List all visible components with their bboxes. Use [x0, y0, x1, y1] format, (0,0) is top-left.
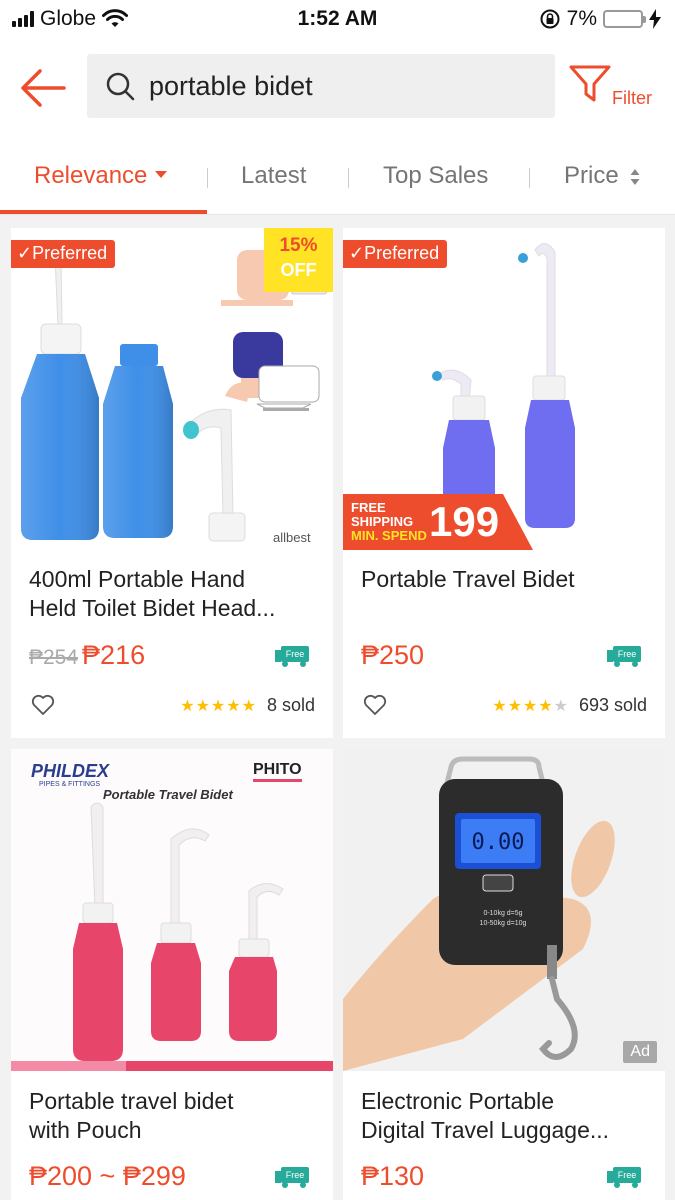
title-line: with Pouch	[29, 1117, 142, 1143]
scale-spec: 0-10kg d=5g	[483, 910, 522, 917]
product-card[interactable]: PHILDEX PIPES & FITTINGS PHITO Portable …	[11, 749, 333, 1200]
title-line: Digital Travel Luggage...	[361, 1117, 610, 1143]
discount-badge: 15% OFF	[264, 228, 333, 292]
free-shipping-icon: Free	[275, 646, 309, 667]
caret-down-icon	[155, 171, 168, 179]
rating-stars: ★★★★★	[492, 697, 569, 715]
title-line: Portable Travel Bidet	[361, 566, 575, 592]
tab-price[interactable]: Price	[564, 162, 641, 190]
divider	[207, 168, 208, 188]
discount-percent: 15%	[279, 235, 318, 256]
rating-row: ★★★★★ 693 sold	[492, 695, 647, 716]
status-right: 7%	[539, 7, 661, 31]
price: ₱200 ~ ₱299	[29, 1161, 186, 1191]
search-input[interactable]: portable bidet	[87, 54, 555, 118]
heart-icon[interactable]	[363, 694, 387, 716]
price-row: ₱250	[361, 640, 424, 671]
sort-toggle-icon	[630, 168, 640, 185]
product-title: Electronic Portable Digital Travel Lugga…	[361, 1087, 651, 1145]
free-shipping-icon: Free	[607, 646, 641, 667]
free-shipping-banner: FREE SHIPPING MIN. SPEND 199	[343, 494, 533, 550]
preferred-label: Preferred	[32, 243, 108, 263]
divider	[348, 168, 349, 188]
free-label: Free	[286, 1170, 305, 1180]
product-image: 15% OFF allbest ✓Preferred	[11, 228, 333, 550]
tab-label: Relevance	[34, 162, 148, 189]
search-header: portable bidet Filter	[0, 40, 675, 140]
title-line: 400ml Portable Hand	[29, 566, 246, 592]
tab-label: Top Sales	[383, 162, 489, 189]
status-bar: Globe 1:52 AM 7%	[0, 0, 675, 40]
preferred-label: Preferred	[364, 243, 440, 263]
filter-icon	[569, 65, 611, 102]
brand-logo: PHITO	[253, 761, 302, 782]
charging-bolt-icon	[649, 9, 661, 29]
tab-label: Price	[564, 162, 619, 189]
promo-amount: 199	[429, 498, 500, 545]
search-query-text: portable bidet	[149, 70, 313, 101]
product-title: Portable travel bidet with Pouch	[29, 1087, 319, 1145]
original-price: ₱254	[29, 646, 79, 669]
rating-stars: ★★★★★	[180, 697, 257, 715]
price: ₱216	[82, 640, 146, 670]
brand-mark: allbest	[273, 530, 311, 545]
rotation-lock-icon	[540, 9, 560, 29]
scale-display: 0.00	[472, 830, 525, 855]
brand-tagline: PIPES & FITTINGS	[39, 781, 101, 788]
free-label: Free	[286, 649, 305, 659]
price-row: ₱130	[361, 1161, 424, 1192]
scale-spec: 10-50kg d=10g	[480, 920, 527, 927]
tab-label: Latest	[241, 162, 307, 189]
image-caption: Portable Travel Bidet	[103, 787, 233, 802]
product-image: 0.00 0-10kg d=5g 10-50kg d=10g Ad	[343, 749, 665, 1071]
search-icon	[106, 72, 135, 101]
promo-line: SHIPPING	[351, 514, 414, 529]
heart-icon[interactable]	[31, 694, 55, 716]
product-card[interactable]: FREE SHIPPING MIN. SPEND 199 ✓Preferred …	[343, 228, 665, 738]
product-image: PHILDEX PIPES & FITTINGS PHITO Portable …	[11, 749, 333, 1071]
tab-relevance[interactable]: Relevance	[34, 162, 168, 190]
filter-button[interactable]: Filter	[566, 64, 666, 124]
active-tab-indicator	[0, 210, 207, 214]
free-shipping-icon: Free	[607, 1167, 641, 1188]
product-card[interactable]: 15% OFF allbest ✓Preferred 400ml Portabl…	[11, 228, 333, 738]
sold-count: 8 sold	[266, 695, 315, 715]
title-line: Portable travel bidet	[29, 1088, 234, 1114]
divider	[529, 168, 530, 188]
title-line: Electronic Portable	[361, 1088, 555, 1114]
brand-logo: PHILDEX	[31, 761, 110, 781]
title-line: Held Toilet Bidet Head...	[29, 595, 276, 621]
price: ₱250	[361, 640, 425, 670]
free-label: Free	[618, 1170, 637, 1180]
battery-icon	[603, 10, 646, 28]
ad-badge: Ad	[623, 1041, 657, 1063]
sort-tabs: Relevance Latest Top Sales Price	[0, 140, 675, 215]
free-shipping-icon: Free	[275, 1167, 309, 1188]
price-row: ₱200 ~ ₱299	[29, 1161, 186, 1192]
back-arrow-icon[interactable]	[18, 66, 68, 110]
promo-text: FREE SHIPPING MIN. SPEND	[351, 501, 427, 543]
product-image: FREE SHIPPING MIN. SPEND 199 ✓Preferred	[343, 228, 665, 550]
free-label: Free	[618, 649, 637, 659]
sold-count: 693 sold	[578, 695, 647, 715]
product-card[interactable]: 0.00 0-10kg d=5g 10-50kg d=10g Ad Electr…	[343, 749, 665, 1200]
product-title: 400ml Portable Hand Held Toilet Bidet He…	[29, 565, 319, 623]
discount-off: OFF	[280, 260, 317, 280]
promo-line: MIN. SPEND	[351, 528, 427, 543]
price-row: ₱254 ₱216	[29, 640, 145, 671]
promo-line: FREE	[351, 500, 386, 515]
battery-percent: 7%	[566, 7, 597, 30]
rating-row: ★★★★★ 8 sold	[180, 695, 315, 716]
tab-latest[interactable]: Latest	[241, 162, 306, 190]
tab-top-sales[interactable]: Top Sales	[383, 162, 488, 190]
filter-label: Filter	[612, 88, 652, 108]
luggage-scale-photo: 0.00 0-10kg d=5g 10-50kg d=10g	[343, 749, 665, 1071]
preferred-badge: ✓Preferred	[343, 240, 448, 268]
product-title: Portable Travel Bidet	[361, 565, 651, 594]
price: ₱130	[361, 1161, 425, 1191]
preferred-badge: ✓Preferred	[11, 240, 116, 268]
